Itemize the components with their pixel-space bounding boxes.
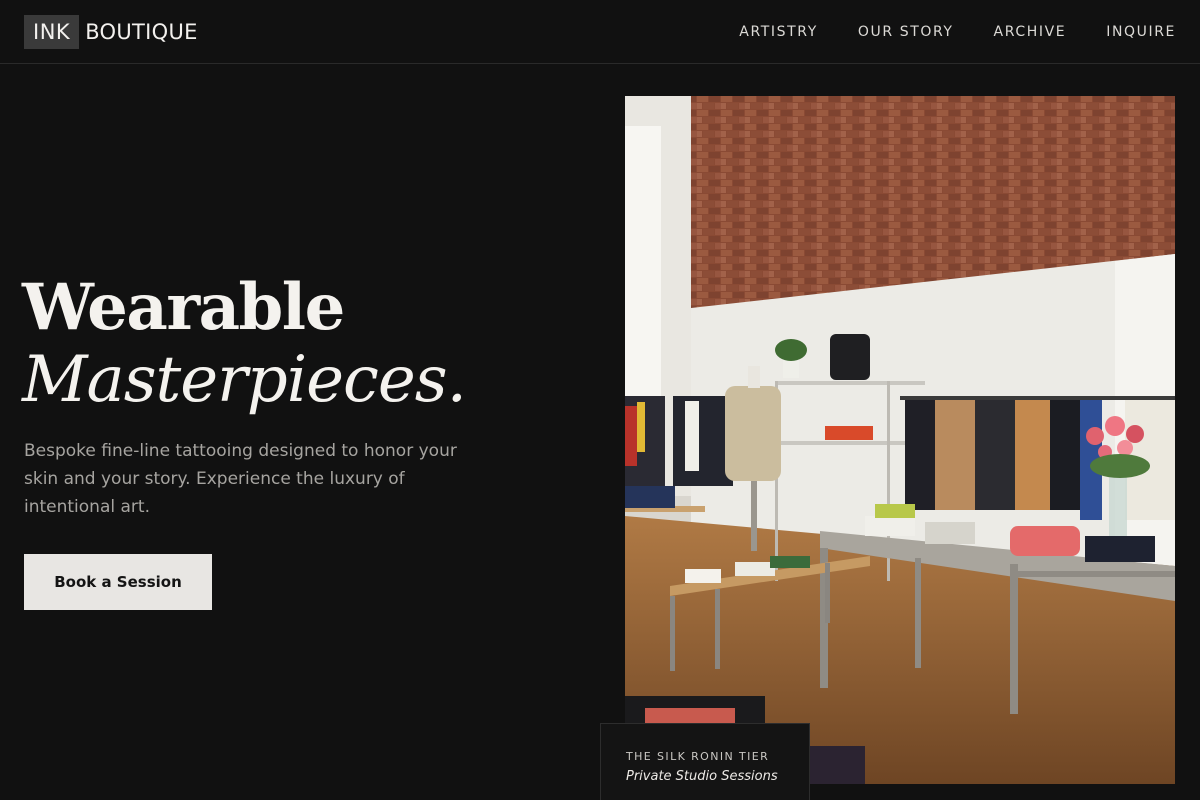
- nav-item-artistry[interactable]: ARTISTRY: [739, 24, 818, 40]
- feature-caption: THE SILK RONIN TIER Private Studio Sessi…: [600, 723, 810, 800]
- hero-title-line1: Wearable: [22, 270, 345, 345]
- hero-title-line2: Masterpieces.: [22, 343, 467, 417]
- caption-sessions: Private Studio Sessions: [626, 769, 778, 784]
- hero-description: Bespoke fine-line tattooing designed to …: [24, 441, 457, 517]
- logo-mark: INK: [24, 14, 80, 49]
- book-session-button[interactable]: Book a Session: [24, 554, 212, 610]
- caption-tier: THE SILK RONIN TIER: [626, 750, 770, 763]
- nav-item-inquire[interactable]: INQUIRE: [1106, 24, 1176, 40]
- main-nav: ARTISTRY OUR STORY ARCHIVE INQUIRE: [739, 0, 1176, 64]
- site-header: INK BOUTIQUE ARTISTRY OUR STORY ARCHIVE …: [0, 0, 1200, 64]
- logo[interactable]: INK BOUTIQUE: [24, 13, 198, 50]
- nav-item-archive[interactable]: ARCHIVE: [994, 24, 1067, 40]
- hero-title: Wearable Masterpieces.: [22, 270, 582, 417]
- feature-image: [625, 96, 1175, 784]
- logo-wordmark: BOUTIQUE: [85, 19, 198, 44]
- nav-item-our-story[interactable]: OUR STORY: [858, 24, 954, 40]
